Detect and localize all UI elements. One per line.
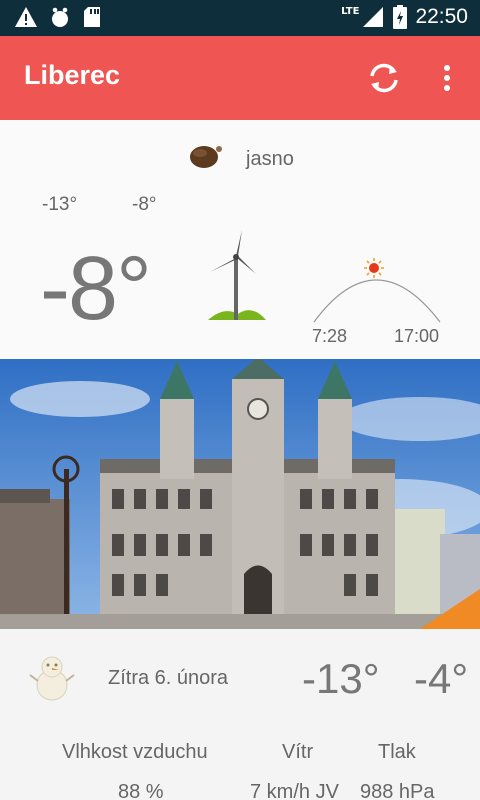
signal-icon [363, 7, 384, 27]
current-temp-max: -8° [132, 194, 157, 215]
warning-icon [15, 7, 37, 27]
current-temp-min: -13° [42, 194, 78, 215]
clear-night-moon-icon [190, 146, 222, 168]
wind-turbine-icon [208, 230, 266, 320]
pressure-label: Tlak [378, 741, 416, 763]
sun-arc-icon [313, 258, 441, 323]
snowman-icon [29, 656, 75, 701]
forecast-temp-max: -4° [414, 655, 469, 702]
condition-text: jasno [246, 148, 294, 170]
wind-value: 7 km/h JV [250, 781, 339, 800]
sunset-time: 17:00 [394, 326, 440, 346]
current-weather-card: jasno -13° -8° -8° 7:28 17:00 [0, 120, 480, 359]
battery-charging-icon [393, 5, 408, 29]
app-bar: Liberec [0, 36, 480, 120]
clock: 22:50 [415, 5, 468, 28]
city-hall-illustration [0, 359, 480, 629]
pressure-value: 988 hPa [360, 781, 435, 800]
city-title: Liberec [24, 60, 121, 90]
sunrise-time: 7:28 [312, 326, 348, 346]
refresh-icon[interactable] [366, 60, 402, 96]
humidity-value: 88 % [118, 781, 164, 800]
bug-icon [52, 7, 68, 27]
status-bar: LTE 22:50 [0, 0, 480, 36]
forecast-temp-min: -13° [302, 655, 380, 702]
wind-label: Vítr [282, 741, 314, 763]
network-type: LTE [341, 5, 360, 17]
sd-card-icon [84, 7, 100, 27]
forecast-day: Zítra 6. února [108, 667, 229, 689]
city-hall-photo [0, 359, 480, 629]
humidity-label: Vlhkost vzduchu [62, 741, 208, 763]
more-vert-icon[interactable] [430, 60, 464, 96]
forecast-row: Zítra 6. února -13° -4° Vlhkost vzduchu … [0, 629, 480, 800]
current-temperature: -8° [40, 239, 152, 339]
